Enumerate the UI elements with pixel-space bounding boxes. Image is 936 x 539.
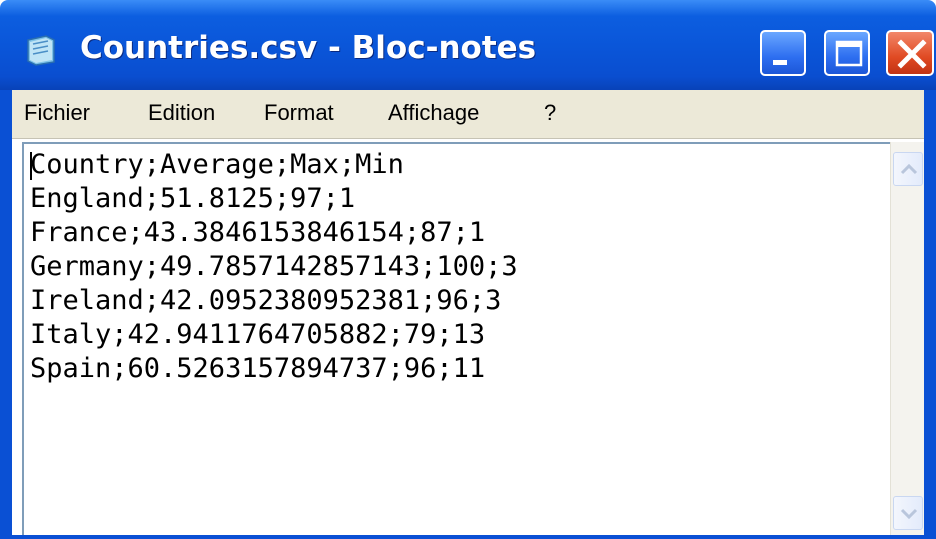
scroll-up-button[interactable] <box>893 152 923 186</box>
window-frame-bottom <box>0 535 936 539</box>
menu-affichage[interactable]: Affichage <box>388 100 479 126</box>
close-icon <box>897 39 927 69</box>
title-bar[interactable]: Countries.csv - Bloc-notes <box>0 0 936 90</box>
vertical-scrollbar[interactable] <box>890 142 924 535</box>
text-line: England;51.8125;97;1 <box>30 183 356 214</box>
menu-bar: Fichier Edition Format Affichage ? <box>12 90 924 139</box>
notepad-window: Countries.csv - Bloc-notes Fichier Editi… <box>0 0 936 539</box>
text-line: France;43.3846153846154;87;1 <box>30 217 486 248</box>
text-line: Germany;49.7857142857143;100;3 <box>30 251 518 282</box>
window-frame-left <box>0 90 12 539</box>
menu-format[interactable]: Format <box>264 100 334 126</box>
text-line: Ireland;42.0952380952381;96;3 <box>30 285 502 316</box>
menu-edition[interactable]: Edition <box>148 100 215 126</box>
text-line: Spain;60.5263157894737;96;11 <box>30 353 486 384</box>
text-editor[interactable]: Country;Average;Max;Min England;51.8125;… <box>22 142 890 535</box>
window-title: Countries.csv - Bloc-notes <box>80 30 537 66</box>
maximize-button[interactable] <box>824 30 870 76</box>
text-line: Italy;42.9411764705882;79;13 <box>30 319 486 350</box>
close-button[interactable] <box>886 30 934 76</box>
text-line: Country;Average;Max;Min <box>30 149 404 180</box>
menu-fichier[interactable]: Fichier <box>24 100 90 126</box>
arrow-up-icon <box>900 163 918 175</box>
menu-help[interactable]: ? <box>544 100 556 126</box>
scroll-down-button[interactable] <box>893 496 923 530</box>
minimize-button[interactable] <box>760 30 806 76</box>
notepad-icon <box>27 35 55 66</box>
arrow-down-icon <box>900 508 918 520</box>
window-frame-right <box>924 90 936 539</box>
minimize-icon <box>773 60 787 65</box>
maximize-icon <box>835 40 863 67</box>
